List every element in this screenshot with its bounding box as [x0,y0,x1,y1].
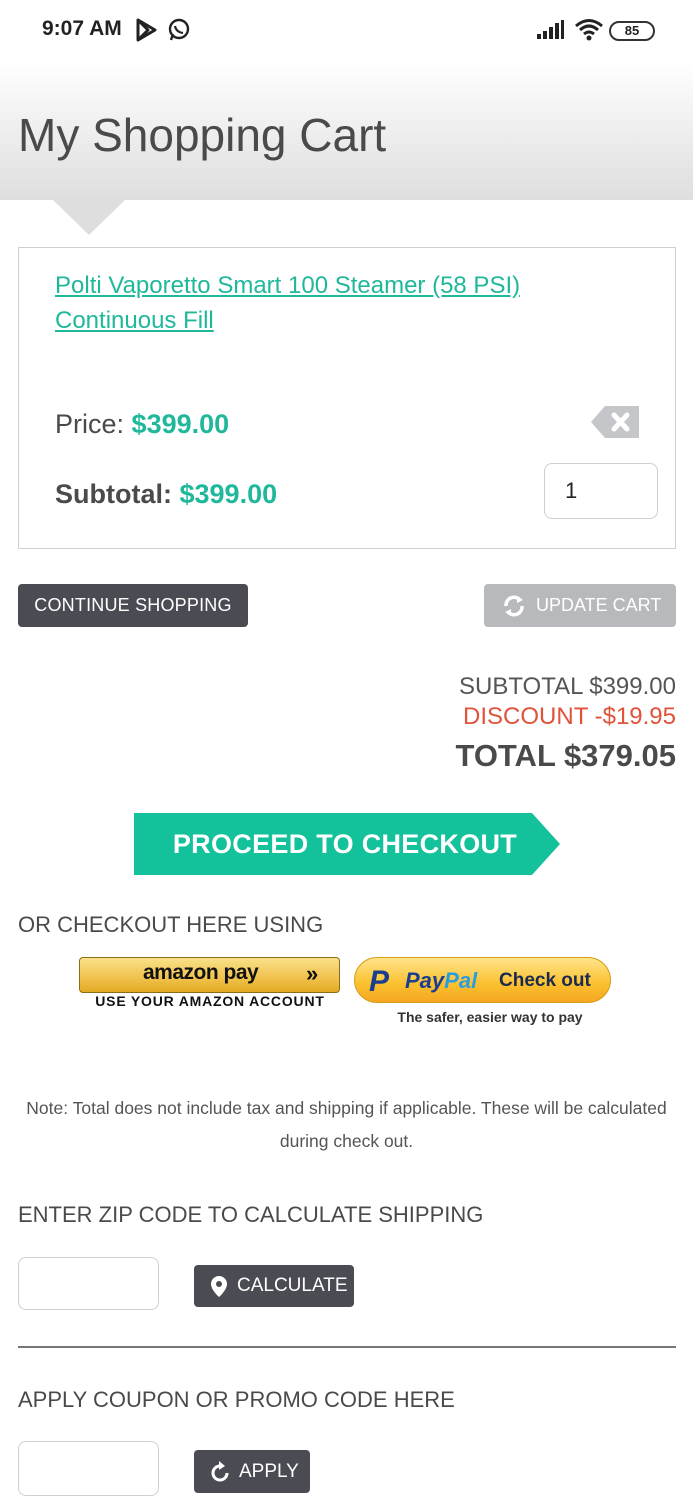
coupon-label: APPLY COUPON OR PROMO CODE HERE [18,1387,455,1412]
status-time: 9:07 AM [42,17,122,40]
chevrons-right-icon: » [306,961,319,986]
page-header: My Shopping Cart [0,62,693,200]
refresh-icon [211,1461,229,1482]
item-subtotal-row: Subtotal: $399.00 [55,479,277,510]
wifi-icon [574,18,604,47]
paypal-checkout-label: Check out [499,970,591,991]
continue-shopping-button[interactable]: CONTINUE SHOPPING [18,584,248,627]
apply-label: APPLY [239,1461,299,1482]
calculate-label: CALCULATE [237,1275,348,1296]
cart-item: Polti Vaporetto Smart 100 Steamer (58 PS… [18,247,676,549]
alt-checkout-label: OR CHECKOUT HERE USING [18,912,324,937]
calculate-shipping-button[interactable]: CALCULATE [194,1265,354,1307]
play-store-icon [136,18,158,47]
update-cart-button[interactable]: UPDATE CART [484,584,676,627]
paypal-badge: P PayPal Check out [354,957,611,1003]
signal-icon [537,20,565,45]
paypal-p-icon: P [369,965,390,998]
totals-subtotal: SUBTOTAL $399.00 [458,673,676,700]
amazon-pay-subtext: USE YOUR AMAZON ACCOUNT [95,993,325,1009]
section-divider [18,1346,676,1348]
battery-icon: 85 [609,21,655,41]
paypal-logo: PayPal [405,968,478,993]
status-bar: 9:07 AM 85 [0,0,693,62]
totals-total: TOTAL $379.05 [455,738,676,773]
zip-code-label: ENTER ZIP CODE TO CALCULATE SHIPPING [18,1202,484,1227]
cart-totals: SUBTOTAL $399.00 DISCOUNT -$19.95 TOTAL … [455,672,676,780]
paypal-subtext: The safer, easier way to pay [397,1009,583,1025]
subtotal-label: Subtotal: [55,479,172,509]
price-value: $399.00 [131,409,230,439]
amazon-pay-logo: amazon pay [143,961,259,984]
coupon-code-input[interactable] [18,1441,159,1496]
quantity-input[interactable] [544,463,658,519]
refresh-icon [504,595,524,617]
remove-item-icon[interactable] [591,404,640,445]
update-cart-label: UPDATE CART [536,595,662,615]
header-pointer [53,200,125,235]
product-link[interactable]: Polti Vaporetto Smart 100 Steamer (58 PS… [55,268,575,338]
proceed-to-checkout-button[interactable]: PROCEED TO CHECKOUT [134,813,560,875]
subtotal-value: $399.00 [179,479,278,509]
page-title: My Shopping Cart [18,109,387,161]
amazon-pay-badge: amazon pay » [79,957,340,993]
tax-shipping-note: Note: Total does not include tax and shi… [26,1098,667,1151]
price-row: Price: $399.00 [55,409,229,440]
amazon-pay-button[interactable]: amazon pay » USE YOUR AMAZON ACCOUNT [79,957,341,1015]
price-label: Price: [55,409,125,439]
proceed-to-checkout-label: PROCEED TO CHECKOUT [172,829,518,859]
paypal-checkout-button[interactable]: P PayPal Check out The safer, easier way… [354,957,612,1032]
apply-coupon-button[interactable]: APPLY [194,1450,310,1493]
whatsapp-icon [168,18,190,47]
totals-discount: DISCOUNT -$19.95 [463,703,676,730]
map-pin-icon [211,1276,227,1297]
zip-code-input[interactable] [18,1257,159,1310]
